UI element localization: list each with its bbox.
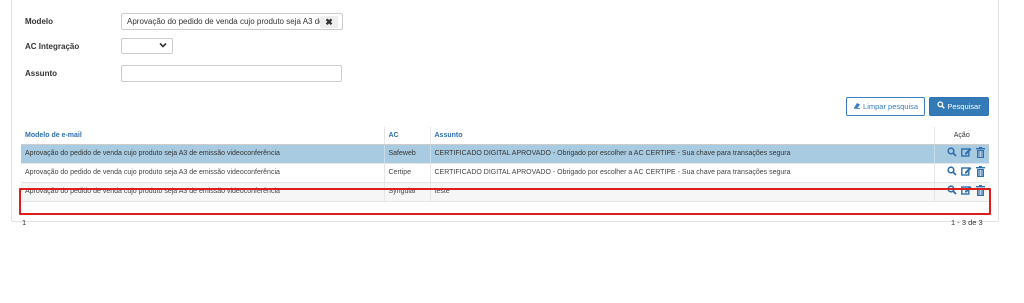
row-actions: [934, 163, 989, 183]
highlight-annotation-box: [19, 188, 991, 215]
edit-icon[interactable]: [961, 166, 972, 179]
eraser-icon: [853, 102, 863, 111]
cell-subject: CERTIFICADO DIGITAL APROVADO - Obrigado …: [430, 163, 935, 183]
modelo-label: Modelo: [25, 17, 53, 26]
column-header-model[interactable]: Modelo de e-mail: [21, 127, 385, 145]
clear-search-button[interactable]: Limpar pesquisa: [846, 97, 925, 116]
column-header-ac[interactable]: AC: [384, 127, 431, 145]
ac-integracao-label: AC Integração: [25, 42, 80, 51]
table-row[interactable]: Aprovação do pedido de venda cujo produt…: [21, 144, 989, 164]
clear-selection-icon[interactable]: ✖: [320, 16, 338, 28]
assunto-input[interactable]: [121, 65, 342, 82]
delete-icon[interactable]: [976, 165, 985, 180]
page-number[interactable]: 1: [22, 218, 26, 227]
ac-integracao-select[interactable]: [121, 38, 173, 54]
table-row[interactable]: Aprovação do pedido de venda cujo produt…: [21, 163, 989, 183]
cell-subject: CERTIFICADO DIGITAL APROVADO - Obrigado …: [430, 144, 935, 164]
record-range: 1 - 3 de 3: [951, 218, 983, 227]
view-icon[interactable]: [947, 166, 957, 179]
delete-icon[interactable]: [976, 146, 985, 161]
assunto-label: Assunto: [25, 69, 57, 78]
search-icon: [937, 101, 947, 111]
edit-icon[interactable]: [961, 147, 972, 160]
table-header-row: Modelo de e-mail AC Assunto Ação: [21, 127, 989, 145]
chevron-down-icon: [159, 41, 167, 51]
search-label: Pesquisar: [947, 102, 981, 111]
cell-ac: Safeweb: [384, 144, 431, 164]
clear-search-label: Limpar pesquisa: [863, 102, 919, 111]
modelo-select[interactable]: Aprovação do pedido de venda cujo produt…: [121, 13, 343, 30]
modelo-selected-value: Aprovação do pedido de venda cujo produt…: [127, 17, 324, 26]
cell-model: Aprovação do pedido de venda cujo produt…: [21, 144, 385, 164]
cell-ac: Certipe: [384, 163, 431, 183]
column-header-subject[interactable]: Assunto: [430, 127, 935, 145]
view-icon[interactable]: [947, 147, 957, 160]
search-button[interactable]: Pesquisar: [929, 97, 989, 116]
column-header-action: Ação: [934, 127, 989, 145]
row-actions: [934, 144, 989, 164]
cell-model: Aprovação do pedido de venda cujo produt…: [21, 163, 385, 183]
